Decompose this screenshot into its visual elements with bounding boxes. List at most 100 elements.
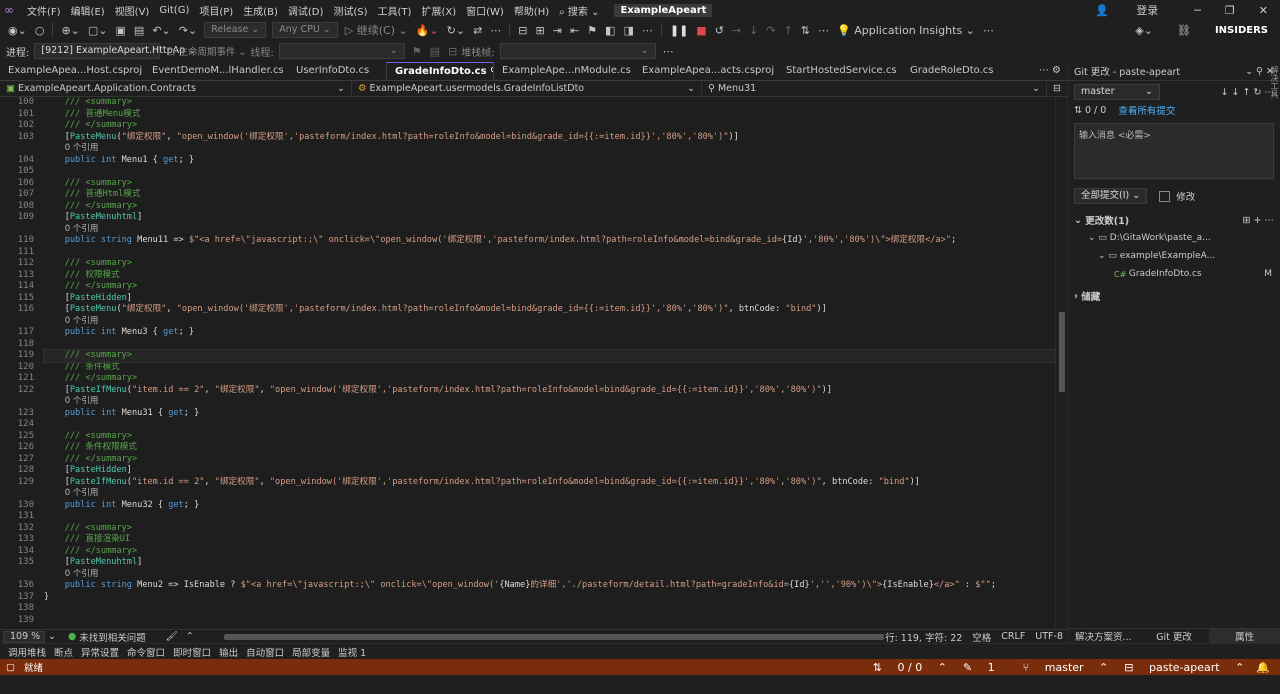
login-button[interactable]: 👤 登录 (1071, 2, 1182, 18)
code-line[interactable] (44, 247, 1055, 259)
tab-git-changes[interactable]: Git 更改 (1139, 629, 1210, 643)
line-ending[interactable]: CRLF (1001, 631, 1025, 642)
indent-icon[interactable]: ⇥ (549, 24, 566, 37)
tab-solution-explorer[interactable]: 解决方案资... (1068, 629, 1139, 643)
code-line[interactable]: public int Menu1 { get; } (44, 155, 1055, 167)
code-line[interactable] (44, 419, 1055, 431)
tab-locals[interactable]: 局部变量 (288, 645, 334, 659)
pause-icon[interactable]: ❚❚ (666, 24, 692, 37)
tab-breakpoints[interactable]: 断点 (50, 645, 77, 659)
horizontal-scrollbar[interactable] (223, 633, 884, 640)
scrollbar-thumb[interactable] (1059, 312, 1065, 392)
stage-icons[interactable]: ⊞ + ⋯ (1243, 215, 1274, 226)
code-line[interactable]: /// <summary> (44, 431, 1055, 443)
class-dropdown[interactable]: ⚙ ExampleApeart.usermodels.GradeInfoList… (352, 81, 702, 96)
flag-icon[interactable]: ⚑ (408, 45, 426, 58)
reference-count[interactable]: 0 个引用 (44, 569, 1055, 581)
forward-icon[interactable]: ○ (31, 24, 49, 37)
code-line[interactable]: /// 权限模式 (44, 270, 1055, 282)
restart-debug-icon[interactable]: ↺ (711, 24, 728, 37)
step-over-icon[interactable]: ↷ (762, 24, 779, 37)
tab-graderoledto[interactable]: GradeRoleDto.cs (902, 62, 1012, 80)
configuration-dropdown[interactable]: Release ⌄ (204, 22, 267, 38)
restart-icon[interactable]: ↻⌄ (443, 24, 469, 37)
reference-count[interactable]: 0 个引用 (44, 488, 1055, 500)
code-editor[interactable]: 100 101 102 103 104 105 106 107 108 109 110 111 112 1… (0, 97, 1067, 629)
tree-file[interactable]: C# GradeInfoDto.cs M (1074, 265, 1280, 283)
diagnostics-icon[interactable]: ⇅ (797, 24, 814, 37)
more-icon[interactable]: ⋯ (814, 24, 833, 37)
code-line[interactable]: /// <summary> (44, 523, 1055, 535)
save-icon[interactable]: ▣ (112, 24, 130, 37)
sync-status[interactable]: ⇅ 0 / 0 ⌃ (865, 661, 955, 674)
menu-build[interactable]: 生成(B) (238, 3, 283, 18)
menu-help[interactable]: 帮助(H) (509, 3, 554, 18)
bell-icon[interactable]: 🔔 (1252, 661, 1274, 674)
tab-output[interactable]: 输出 (215, 645, 242, 659)
tab-overflow-icons[interactable]: ⋯ ⚙ (1039, 65, 1061, 76)
chevron-down-icon[interactable]: ⌄ (48, 631, 56, 642)
lifecycle-events-dropdown[interactable]: ⊡ 生命周期事件 ⌄ (163, 44, 250, 58)
member-dropdown[interactable]: ⚲ Menu31 ⌄ (702, 81, 1048, 96)
code-line[interactable]: [PasteHidden] (44, 293, 1055, 305)
code-line[interactable]: public int Menu31 { get; } (44, 408, 1055, 420)
code-line[interactable]: [PasteIfMenu("item.id == 2", "绑定权限", "op… (44, 385, 1055, 397)
indent-mode[interactable]: 空格 (972, 630, 991, 644)
code-line[interactable]: [PasteMenu("绑定权限", "open_window('绑定权限','… (44, 304, 1055, 316)
live-share-icon[interactable]: ⛓ (1165, 24, 1203, 37)
cursor-position[interactable]: 行: 119, 字符: 22 (885, 630, 962, 644)
menu-project[interactable]: 项目(P) (194, 3, 238, 18)
menu-edit[interactable]: 编辑(E) (66, 3, 110, 18)
menu-window[interactable]: 窗口(W) (461, 3, 509, 18)
layout-icon[interactable]: ⊞ (532, 24, 549, 37)
code-line[interactable] (44, 615, 1055, 627)
tab-exception-settings[interactable]: 异常设置 (77, 645, 123, 659)
code-line[interactable]: /// 条件模式 (44, 362, 1055, 374)
menu-view[interactable]: 视图(V) (110, 3, 155, 18)
save-all-icon[interactable]: ▤ (130, 24, 148, 37)
code-line[interactable] (44, 166, 1055, 178)
show-next-statement-icon[interactable]: → (728, 24, 745, 37)
tree-folder[interactable]: ⌄ ▭ example\ExampleA... (1074, 247, 1280, 265)
comment-icon[interactable]: ⊟ (514, 24, 531, 37)
tab-contracts-csproj[interactable]: ExampleApea...acts.csproj (634, 62, 778, 80)
application-insights-button[interactable]: 💡 Application Insights ⌄ (833, 24, 979, 37)
menu-tools[interactable]: 工具(T) (373, 3, 417, 18)
tab-autos[interactable]: 自动窗口 (242, 645, 288, 659)
split-editor-icon[interactable]: ⊟ (1047, 81, 1067, 96)
code-line[interactable]: public string Menu11 => $"<a href=\"java… (44, 235, 1055, 247)
changes-header[interactable]: ⌄ 更改数(1) ⊞ + ⋯ (1068, 211, 1280, 229)
more-icon[interactable]: ⋯ (638, 24, 657, 37)
tab-properties[interactable]: 属性 (1209, 629, 1280, 643)
hot-reload-icon[interactable]: 🔥⌄ (412, 24, 443, 37)
vertical-scrollbar[interactable] (1055, 97, 1067, 629)
minimize-button[interactable]: ─ (1182, 4, 1213, 17)
code-line[interactable]: public string Menu2 => IsEnable ? $"<a h… (44, 580, 1055, 592)
code-line[interactable]: [PasteMenuhtml] (44, 212, 1055, 224)
brush-icon[interactable]: 🖌 (166, 631, 178, 642)
notification-icon[interactable]: ▢ (6, 662, 24, 673)
tab-command-window[interactable]: 命令窗口 (123, 645, 169, 659)
code-line[interactable]: /// </summary> (44, 281, 1055, 293)
code-line[interactable]: [PasteMenuhtml] (44, 557, 1055, 569)
thread-dropdown[interactable]: ⌄ (278, 43, 405, 59)
branch-status[interactable]: ⑂ master ⌃ (1015, 661, 1117, 674)
chevron-up-icon[interactable]: ⌃ (186, 631, 194, 642)
project-dropdown[interactable]: ▣ ExampleApeart.Application.Contracts ⌄ (0, 81, 352, 96)
platform-dropdown[interactable]: Any CPU ⌄ (272, 22, 338, 38)
tab-host-csproj[interactable]: ExampleApea...Host.csproj (0, 62, 144, 80)
code-line[interactable]: /// 条件权限模式 (44, 442, 1055, 454)
zoom-dropdown[interactable]: 109 % (3, 630, 45, 643)
bookmark-icon[interactable]: ⚑ (583, 24, 601, 37)
new-project-icon[interactable]: ⊕⌄ (57, 24, 83, 37)
code-line[interactable]: /// </summary> (44, 373, 1055, 385)
continue-button[interactable]: ▷ 继续(C) ⌄ (341, 22, 412, 38)
code-line[interactable]: /// </summary> (44, 120, 1055, 132)
search-button[interactable]: ⌕ 搜索 ⌄ (554, 3, 604, 18)
bookmark-prev-icon[interactable]: ◧ (601, 24, 619, 37)
repo-status[interactable]: ⊟ paste-apeart ⌃ (1116, 661, 1252, 674)
current-code-line[interactable]: /// <summary> (43, 349, 1056, 363)
step-out-icon[interactable]: ↑ (780, 24, 797, 37)
more-icon[interactable]: ⋯ (979, 24, 998, 37)
code-line[interactable]: /// 直接渲染UI (44, 534, 1055, 546)
